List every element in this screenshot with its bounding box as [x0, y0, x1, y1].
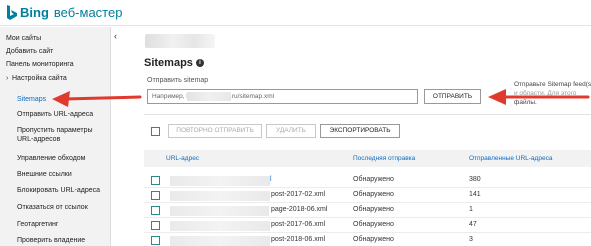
brand-name: Bing [20, 5, 49, 20]
sidebar-item-label: URL-адресов [17, 136, 61, 143]
redacted-url [170, 191, 270, 201]
table-cell-url[interactable]: post-2018-06.xml [271, 236, 325, 243]
sidebar-item-block-urls[interactable]: Блокировать URL-адреса [17, 186, 121, 195]
sidebar-item-disavow-links[interactable]: Отказаться от ссылок [17, 203, 121, 212]
submit-button[interactable]: ОТПРАВИТЬ [424, 89, 481, 104]
table-cell-url[interactable]: page-2018-06.xml [271, 206, 327, 213]
table-cell-status: Обнаружено [353, 206, 394, 213]
submit-sitemap-label: Отправить sitemap [147, 77, 209, 84]
resubmit-button[interactable]: ПОВТОРНО ОТПРАВИТЬ [168, 124, 262, 138]
table-cell-count: 141 [469, 191, 481, 198]
row-checkbox[interactable] [151, 236, 160, 245]
redacted-url [170, 236, 270, 246]
bing-b-icon [6, 5, 18, 21]
table-cell-url[interactable]: post-2017-06.xml [271, 221, 325, 228]
table-cell-count: 47 [469, 221, 477, 228]
delete-button[interactable]: УДАЛИТЬ [266, 124, 316, 138]
table-cell-status: Обнаружено [353, 221, 394, 228]
column-header-submitted-urls[interactable]: Отправленные URL-адреса [469, 155, 552, 162]
sidebar-item-my-sites[interactable]: Мои сайты [6, 34, 110, 43]
redacted-url [170, 206, 269, 216]
input-placeholder-suffix: .ru/sitemap.xml [230, 93, 275, 100]
sidebar-item-ignore-url-params[interactable]: Пропустить параметры URL-адресов [17, 126, 121, 144]
row-divider [144, 232, 591, 233]
site-name-redacted [145, 34, 215, 48]
sidebar-item-site-config[interactable]: › Настройка сайта [6, 74, 110, 83]
row-checkbox[interactable] [151, 191, 160, 200]
top-header: Bing веб-мастер [0, 0, 591, 26]
table-cell-status: Обнаружено [353, 236, 394, 243]
sidebar-item-sitemaps[interactable]: Sitemaps [17, 95, 121, 104]
product-name: веб-мастер [53, 5, 123, 20]
table-cell-count: 380 [469, 176, 481, 183]
divider [144, 114, 591, 115]
sidebar-item-submit-urls[interactable]: Отправить URL-адреса [17, 110, 121, 119]
sidebar-item-crawl-control[interactable]: Управление обходом [17, 154, 121, 163]
input-placeholder-prefix: Например, h [152, 93, 191, 100]
help-text: Отправьте Sitemap feed(s и области. Для … [514, 81, 591, 106]
sidebar-item-label: Пропустить параметры [17, 127, 93, 134]
page-title: Sitemaps [144, 57, 193, 69]
chevron-left-icon[interactable]: ‹ [114, 31, 117, 41]
select-all-checkbox[interactable] [151, 127, 160, 136]
sidebar-item-add-site[interactable]: Добавить сайт [6, 47, 110, 56]
sidebar-item-label: Настройка сайта [12, 75, 67, 82]
row-checkbox[interactable] [151, 221, 160, 230]
table-cell-count: 3 [469, 236, 473, 243]
sidebar-item-dashboard[interactable]: Панель мониторинга [6, 60, 110, 69]
redacted-url [170, 176, 270, 186]
row-divider [144, 217, 591, 218]
export-button[interactable]: ЭКСПОРТИРОВАТЬ [320, 124, 400, 138]
table-cell-url[interactable]: post-2017-02.xml [271, 191, 325, 198]
table-cell-url[interactable]: l [270, 176, 272, 183]
row-checkbox[interactable] [151, 176, 160, 185]
column-header-last-submitted[interactable]: Последняя отправка [353, 155, 415, 162]
table-cell-status: Обнаружено [353, 191, 394, 198]
sidebar-item-verify-ownership[interactable]: Проверить владение [17, 236, 121, 245]
row-checkbox[interactable] [151, 206, 160, 215]
redacted-url [170, 221, 270, 231]
table-cell-count: 1 [469, 206, 473, 213]
info-icon[interactable]: i [196, 59, 204, 67]
sidebar-item-geotargeting[interactable]: Геотаргетинг [17, 220, 121, 229]
bing-logo[interactable]: Bing веб-мастер [6, 5, 122, 21]
table-cell-status: Обнаружено [353, 176, 394, 183]
sidebar-item-deep-links[interactable]: Внешние ссылки [17, 170, 121, 179]
row-divider [144, 202, 591, 203]
redacted-domain [187, 92, 231, 101]
sidebar: Мои сайты Добавить сайт Панель мониторин… [0, 27, 111, 246]
row-divider [144, 187, 591, 188]
column-header-url[interactable]: URL-адрес [166, 155, 199, 162]
